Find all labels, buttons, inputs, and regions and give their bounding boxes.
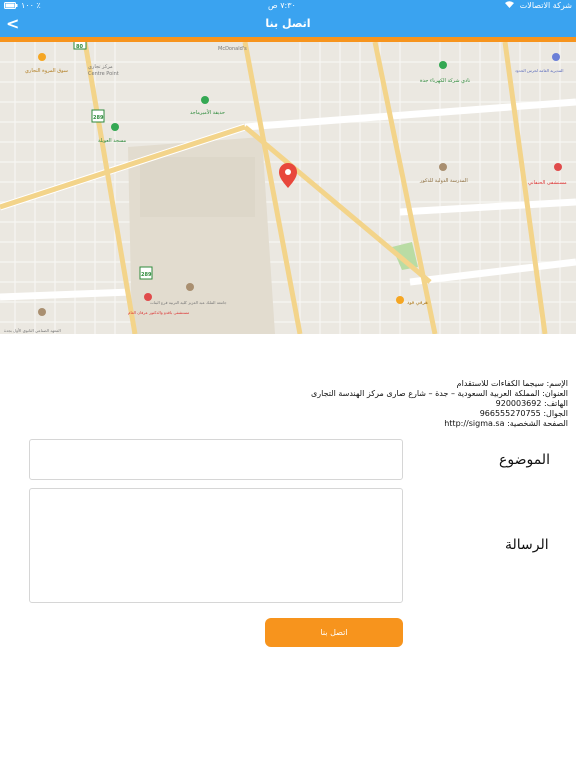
message-textarea[interactable] [29, 488, 403, 603]
map-label-market: سوق المروة التجاري [25, 68, 68, 74]
subject-input[interactable] [29, 439, 403, 480]
map-label-restaurant: هرفي فود [407, 300, 428, 306]
map-view[interactable]: 80 289 289 McDonald's حديقة الأميرماجد س… [0, 42, 576, 334]
submit-button-label: اتصل بنا [320, 628, 348, 637]
subject-label: الموضوع [499, 452, 550, 468]
submit-button[interactable]: اتصل بنا [265, 618, 403, 647]
info-mobile-value[interactable]: 966555270755 [480, 409, 541, 418]
nav-bar: < اتصل بنا [0, 12, 576, 37]
map-label-garden: حديقة الأميرماجد [190, 109, 225, 116]
info-website-link[interactable]: http://sigma.sa [444, 419, 504, 428]
carrier-name: شركة الاتصالات [519, 1, 572, 10]
battery-icon [4, 1, 18, 10]
map-label-university: جامعة الملك عبد العزيز كلية التربية فرع … [150, 300, 227, 305]
map-label-school: المدرسة الدولية للذكور [419, 178, 468, 184]
map-road-289-a: 289 [93, 115, 104, 121]
map-label-mosque: مسجد العويلة [98, 138, 127, 144]
map-label-directorate: المديرية العامة لحرس الحدود [515, 68, 564, 73]
map-label-hospital: مستشفى الحنفاني [528, 180, 567, 186]
map-label-center-sub: Centre Point [88, 71, 119, 77]
info-address-value: المملكة العربية السعودية – جدة – شارع صا… [311, 389, 540, 398]
info-phone-label: الهاتف: [544, 399, 568, 408]
info-website-row: الصفحة الشخصية: http://sigma.sa [168, 419, 568, 429]
info-name-label: الإسم: [546, 379, 568, 388]
info-address-label: العنوان: [542, 389, 568, 398]
info-mobile-row: الجوال: 966555270755 [168, 409, 568, 419]
map-label-institute: المعهد الصناعي الثانوي الأول بجدة [4, 328, 61, 333]
status-bar: ١٠٠ ٪ ٧:٣٠ ص شركة الاتصالات [0, 0, 576, 12]
info-name-value: سيجما الكفاءات للاستقدام [456, 379, 544, 388]
contact-info: الإسم: سيجما الكفاءات للاستقدام العنوان:… [168, 379, 568, 429]
info-address-row: العنوان: المملكة العربية السعودية – جدة … [168, 389, 568, 399]
info-phone-value[interactable]: 920003692 [496, 399, 542, 408]
status-time: ٧:٣٠ ص [268, 1, 296, 10]
info-website-label: الصفحة الشخصية: [507, 419, 568, 428]
page-title: اتصل بنا [265, 17, 311, 30]
message-label: الرسالة [505, 537, 549, 553]
map-road-80: 80 [76, 44, 83, 50]
map-road-289-b: 289 [141, 272, 152, 278]
map-label-mcdonalds: McDonald's [218, 46, 247, 52]
info-name-row: الإسم: سيجما الكفاءات للاستقدام [168, 379, 568, 389]
info-mobile-label: الجوال: [543, 409, 568, 418]
map-label-center: مركز تجاري [88, 64, 113, 70]
map-label-club: نادي شركة الكهرباء جدة [420, 78, 470, 84]
wifi-icon [505, 1, 514, 10]
info-phone-row: الهاتف: 920003692 [168, 399, 568, 409]
battery-percent: ١٠٠ ٪ [21, 1, 41, 10]
map-label-hospital-2: مستشفى باقدو والدكتور عرفان العام [128, 310, 189, 315]
